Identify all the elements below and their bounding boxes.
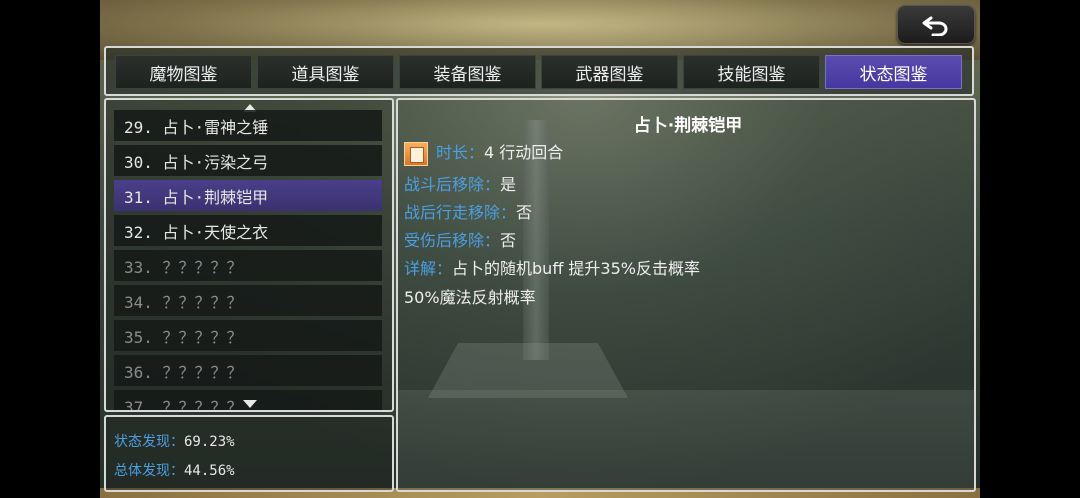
status-discovery-line: 状态发现：69.23% — [114, 431, 235, 451]
tab-skills[interactable]: 技能图鉴 — [683, 55, 820, 89]
status-list-panel[interactable]: 29. 占卜·雷神之锤 30. 占卜·污染之弓 31. 占卜·荆棘铠甲 32. … — [104, 98, 394, 412]
game-screen: 魔物图鉴 道具图鉴 装备图鉴 武器图鉴 技能图鉴 状态图鉴 29. 占卜·雷神之… — [100, 0, 980, 498]
discovery-stats-panel: 状态发现：69.23% 总体发现：44.56% — [104, 415, 394, 492]
duration-line: 时长：4 行动回合 — [404, 139, 563, 166]
hurt-remove-value: 否 — [500, 231, 517, 250]
list-item[interactable]: 30. 占卜·污染之弓 — [114, 145, 382, 176]
list-item-locked[interactable]: 33. ？？？？？ — [114, 250, 382, 281]
list-item[interactable]: 29. 占卜·雷神之锤 — [114, 110, 382, 141]
total-discovery-value: 44.56% — [184, 463, 235, 479]
description-label: 详解： — [404, 259, 453, 278]
battle-remove-value: 是 — [500, 175, 517, 194]
tab-weapons[interactable]: 武器图鉴 — [541, 55, 678, 89]
status-discovery-value: 69.23% — [184, 434, 235, 450]
list-item-locked[interactable]: 35. ？？？？？ — [114, 320, 382, 351]
hurt-remove-line: 受伤后移除：否 — [404, 227, 516, 251]
walk-remove-line: 战后行走移除：否 — [404, 199, 532, 223]
description-line-2: 50%魔法反射概率 — [404, 284, 536, 308]
total-discovery-line: 总体发现：44.56% — [114, 460, 235, 480]
battle-remove-label: 战斗后移除： — [404, 175, 501, 194]
battle-remove-line: 战斗后移除：是 — [404, 171, 516, 195]
encyclopedia-tab-bar: 魔物图鉴 道具图鉴 装备图鉴 武器图鉴 技能图鉴 状态图鉴 — [104, 46, 974, 96]
status-discovery-label: 状态发现： — [114, 434, 184, 450]
description-text-1: 占卜的随机buff 提升35%反击概率 — [452, 259, 700, 278]
total-discovery-label: 总体发现： — [114, 463, 184, 479]
detail-title: 占卜·荆棘铠甲 — [633, 116, 743, 136]
tab-equipment[interactable]: 装备图鉴 — [399, 55, 536, 89]
tab-monster[interactable]: 魔物图鉴 — [115, 55, 252, 89]
hurt-remove-label: 受伤后移除： — [404, 231, 501, 250]
description-text-2: 50%魔法反射概率 — [404, 288, 536, 307]
walk-remove-value: 否 — [516, 203, 533, 222]
status-effect-icon — [404, 141, 428, 166]
walk-remove-label: 战后行走移除： — [404, 203, 517, 222]
list-item[interactable]: 32. 占卜·天使之衣 — [114, 215, 382, 246]
back-button[interactable] — [897, 5, 975, 44]
tab-status[interactable]: 状态图鉴 — [825, 55, 962, 89]
list-item-selected[interactable]: 31. 占卜·荆棘铠甲 — [114, 180, 382, 211]
scroll-down-arrow-icon[interactable] — [243, 400, 257, 408]
tab-items[interactable]: 道具图鉴 — [257, 55, 394, 89]
duration-value: 4 行动回合 — [484, 143, 564, 162]
list-item-locked[interactable]: 34. ？？？？？ — [114, 285, 382, 316]
duration-label: 时长： — [436, 143, 485, 162]
status-detail-panel: 占卜·荆棘铠甲 时长：4 行动回合 战斗后移除：是 战后行走移除：否 受伤后移除… — [396, 98, 976, 492]
list-item-locked[interactable]: 36. ？？？？？ — [114, 355, 382, 386]
stone-floor-backdrop — [398, 390, 974, 490]
return-arrow-icon — [922, 16, 948, 36]
pedestal-backdrop — [428, 343, 628, 398]
description-line-1: 详解：占卜的随机buff 提升35%反击概率 — [404, 255, 700, 279]
